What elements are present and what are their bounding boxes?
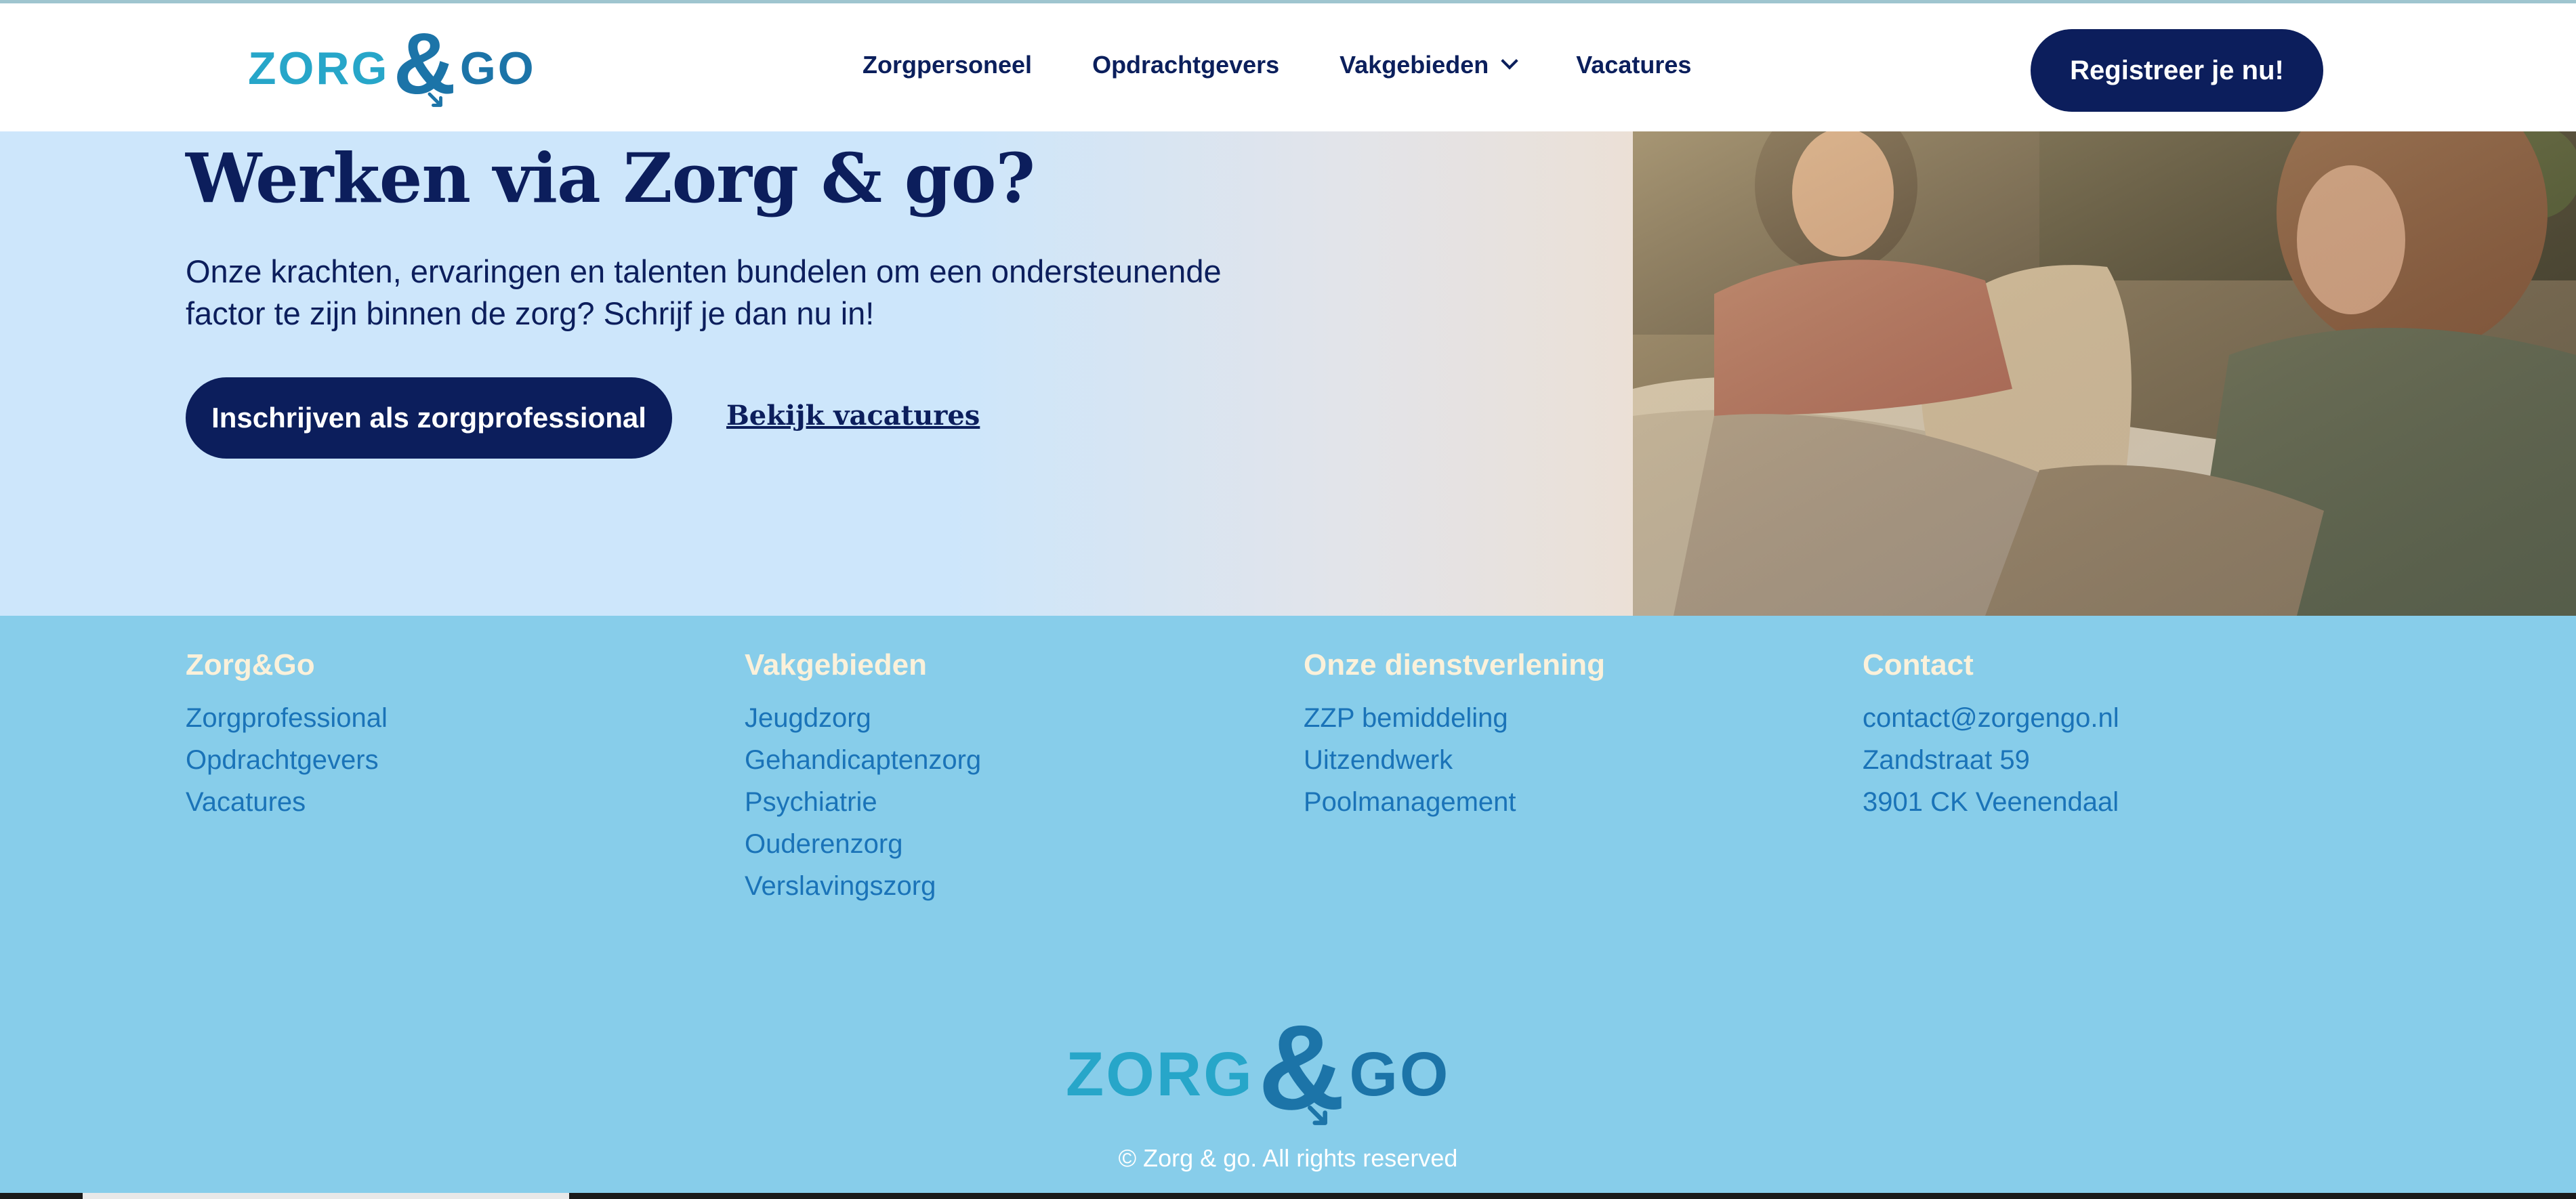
footer-link-uitzendwerk[interactable]: Uitzendwerk xyxy=(1304,739,1605,781)
footer-heading: Contact xyxy=(1863,648,1974,681)
logo-go-text: GO xyxy=(459,43,536,94)
nav-item-vakgebieden[interactable]: Vakgebieden xyxy=(1339,51,1519,79)
footer-link-vacatures[interactable]: Vacatures xyxy=(186,781,388,823)
footer-address-street: Zandstraat 59 xyxy=(1863,745,2030,775)
footer-heading: Vakgebieden xyxy=(745,648,928,681)
signup-professional-button[interactable]: Inschrijven als zorgprofessional xyxy=(186,377,672,459)
footer-column-vakgebieden: Vakgebieden Jeugdzorg Gehandicaptenzorg … xyxy=(745,648,981,907)
footer-link-poolmanagement[interactable]: Poolmanagement xyxy=(1304,781,1605,823)
main-nav: Zorgpersoneel Opdrachtgevers Vakgebieden… xyxy=(863,51,1751,79)
logo-go-text: GO xyxy=(1349,1039,1451,1109)
footer-logo[interactable]: ZORG & ➜ GO xyxy=(1066,1007,1451,1141)
view-vacancies-link[interactable]: Bekijk vacatures xyxy=(726,400,980,432)
header-logo[interactable]: ZORG & ➜ GO xyxy=(248,21,536,119)
logo-ampersand-icon: & ➜ xyxy=(393,16,456,119)
taskbar-tab[interactable] xyxy=(83,1193,569,1199)
footer-email-link[interactable]: contact@zorgengo.nl xyxy=(1863,697,2119,739)
page-title: Werken via Zorg & go? xyxy=(186,138,1035,218)
footer-heading: Onze dienstverlening xyxy=(1304,648,1605,681)
nav-item-zorgpersoneel[interactable]: Zorgpersoneel xyxy=(863,51,1032,79)
nav-item-opdrachtgevers[interactable]: Opdrachtgevers xyxy=(1092,51,1279,79)
footer-link-ouderenzorg[interactable]: Ouderenzorg xyxy=(745,823,981,865)
logo-zorg-text: ZORG xyxy=(248,43,390,94)
footer-link-opdrachtgevers[interactable]: Opdrachtgevers xyxy=(186,739,388,781)
hero-photo-illustration xyxy=(1633,131,2576,616)
footer-heading: Zorg&Go xyxy=(186,648,315,681)
footer-link-zzp-bemiddeling[interactable]: ZZP bemiddeling xyxy=(1304,697,1605,739)
footer-link-gehandicaptenzorg[interactable]: Gehandicaptenzorg xyxy=(745,739,981,781)
footer-column-zorggo: Zorg&Go Zorgprofessional Opdrachtgevers … xyxy=(186,648,388,823)
nav-item-vacatures[interactable]: Vacatures xyxy=(1576,51,1691,79)
footer-link-psychiatrie[interactable]: Psychiatrie xyxy=(745,781,981,823)
hero-subtitle: Onze krachten, ervaringen en talenten bu… xyxy=(186,253,1222,331)
hero-section: Werken via Zorg & go? Onze krachten, erv… xyxy=(0,131,2576,616)
footer-address-city: 3901 CK Veenendaal xyxy=(1863,787,2119,817)
logo-zorg-text: ZORG xyxy=(1066,1039,1254,1109)
footer-column-dienstverlening: Onze dienstverlening ZZP bemiddeling Uit… xyxy=(1304,648,1605,823)
footer-link-jeugdzorg[interactable]: Jeugdzorg xyxy=(745,697,981,739)
site-footer: Zorg&Go Zorgprofessional Opdrachtgevers … xyxy=(0,616,2576,1193)
hero-photo xyxy=(1633,131,2576,616)
footer-column-contact: Contact contact@zorgengo.nl Zandstraat 5… xyxy=(1863,648,2119,823)
site-header: ZORG & ➜ GO Zorgpersoneel Opdrachtgevers … xyxy=(0,3,2576,131)
chevron-down-icon xyxy=(1501,52,1519,70)
taskbar-strip xyxy=(0,1193,2576,1199)
register-button[interactable]: Registreer je nu! xyxy=(2031,29,2323,112)
footer-link-verslavingszorg[interactable]: Verslavingszorg xyxy=(745,865,981,907)
copyright-text: © Zorg & go. All rights reserved xyxy=(1118,1144,1458,1172)
footer-link-zorgprofessional[interactable]: Zorgprofessional xyxy=(186,697,388,739)
logo-ampersand-icon: & ➜ xyxy=(1258,1000,1346,1141)
